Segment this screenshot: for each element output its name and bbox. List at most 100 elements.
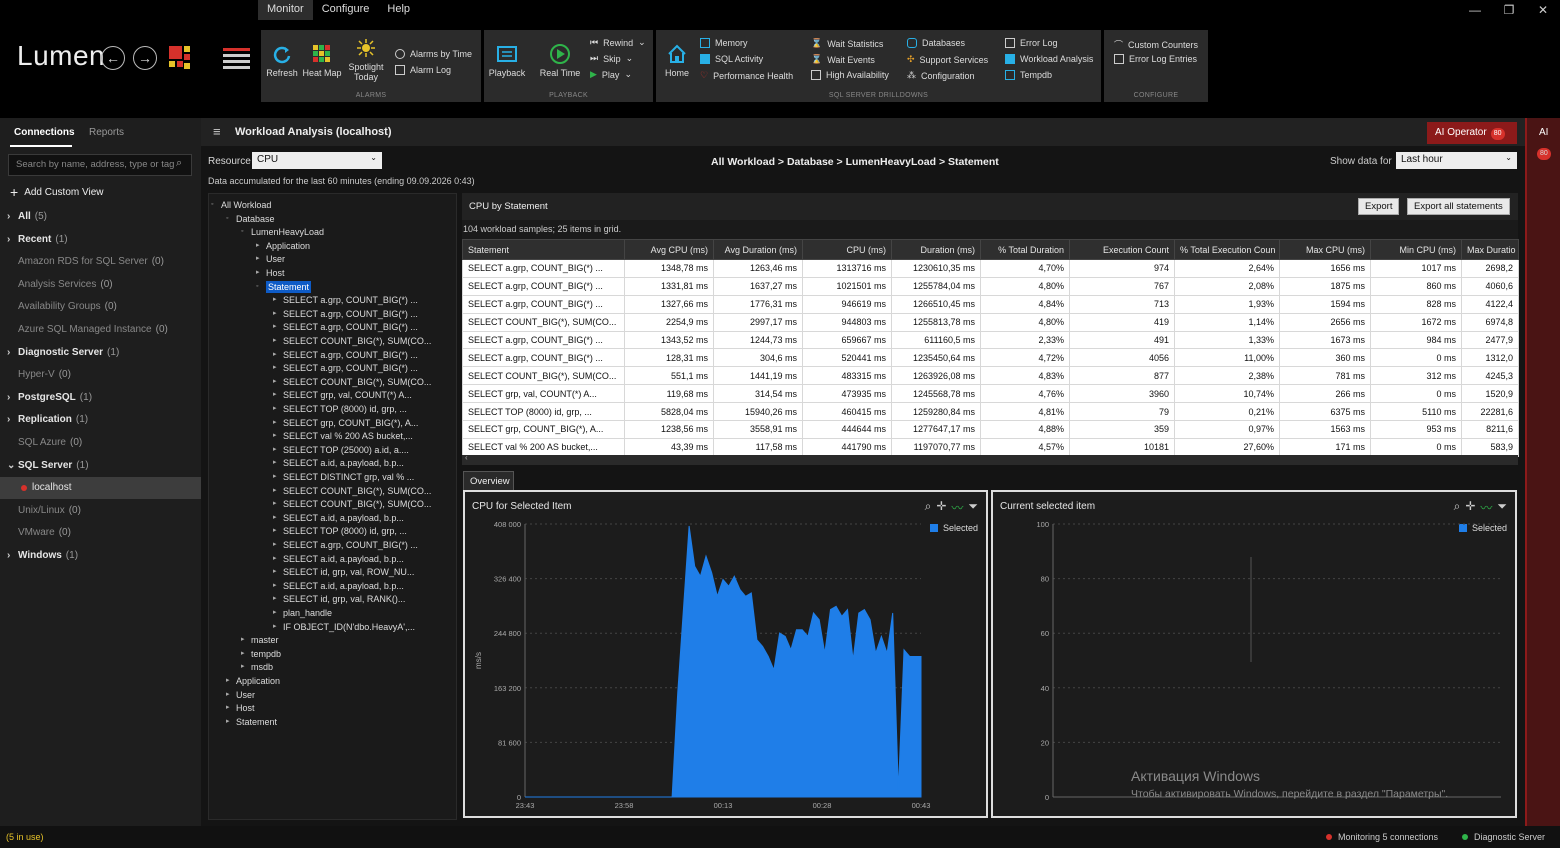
search-input[interactable]: Search by name, address, type or tag [8,154,192,176]
connection-item[interactable]: ⌄ SQL Server (1) [0,455,201,477]
expand-arrow-icon[interactable]: ▸ [273,457,277,469]
tree-node[interactable]: SELECT grp, val, COUNT(*) A... [283,389,412,401]
minimize-icon[interactable]: — [1458,0,1492,20]
expand-arrow-icon[interactable]: ▸ [273,525,277,537]
chevron-right-icon[interactable]: › [7,229,10,251]
expand-arrow-icon[interactable]: ▸ [256,253,260,265]
configuration-button[interactable]: ⁂ Configuration [907,70,975,81]
play-button[interactable]: ▶ Play ⌄ [590,69,632,80]
expand-arrow-icon[interactable]: ▸ [273,566,277,578]
tree-node[interactable]: plan_handle [283,607,332,619]
back-button[interactable]: ← [101,46,125,70]
expand-arrow-icon[interactable]: ▸ [273,607,277,619]
chevron-right-icon[interactable]: › [7,545,10,567]
menu-monitor[interactable]: Monitor [258,0,313,20]
expand-arrow-icon[interactable]: ▸ [273,389,277,401]
menu-configure[interactable]: Configure [313,0,379,20]
expanded-node-icon[interactable]: ◦ [226,213,228,225]
expand-arrow-icon[interactable]: ▸ [273,471,277,483]
sql-activity-button[interactable]: SQL Activity [700,54,763,64]
table-row[interactable]: SELECT grp, COUNT_BIG(*), A... 1238,56 ms… [462,420,1519,439]
tree-node[interactable]: Host [236,702,255,714]
expand-arrow-icon[interactable]: ▸ [241,648,245,660]
tree-node[interactable]: SELECT a.grp, COUNT_BIG(*) ... [283,362,418,374]
expand-arrow-icon[interactable]: ▸ [256,240,260,252]
expand-arrow-icon[interactable]: ▸ [273,444,277,456]
expand-arrow-icon[interactable]: ▸ [273,498,277,510]
expand-arrow-icon[interactable]: ▸ [273,335,277,347]
connection-item[interactable]: › Windows (1) [0,545,201,567]
table-row[interactable]: SELECT COUNT_BIG(*), SUM(CO... 551,1 ms 14… [462,366,1519,386]
column-header[interactable]: Avg Duration (ms) [713,239,803,260]
expand-arrow-icon[interactable]: ▸ [273,539,277,551]
connection-item[interactable]: Availability Groups (0) [0,296,201,318]
error-log-button[interactable]: Error Log [1005,38,1058,48]
playback-button[interactable]: Playback [488,44,526,78]
tab-overview[interactable]: Overview [463,471,514,490]
diagnostic-server-status[interactable]: Diagnostic Server [1462,826,1545,848]
expand-arrow-icon[interactable]: ▸ [273,580,277,592]
tree-node[interactable]: SELECT COUNT_BIG(*), SUM(CO... [283,376,431,388]
expand-arrow-icon[interactable]: ▸ [273,403,277,415]
resource-select[interactable]: CPU ⌄ [252,152,382,169]
forward-button[interactable]: → [133,46,157,70]
connection-item[interactable]: localhost [0,477,201,500]
table-row[interactable]: SELECT a.grp, COUNT_BIG(*) ... 128,31 ms 3… [462,348,1519,368]
tree-node[interactable]: SELECT TOP (8000) id, grp, ... [283,403,407,415]
cpu-area-chart[interactable]: 408 000326 400244 800163 20081 600023:43… [465,492,986,816]
tree-node[interactable]: All Workload [221,199,271,211]
connection-item[interactable]: › Replication (1) [0,409,201,431]
chevron-right-icon[interactable]: › [7,409,10,431]
chevron-right-icon[interactable]: › [7,387,10,409]
expand-arrow-icon[interactable]: ▸ [273,553,277,565]
tree-node[interactable]: SELECT val % 200 AS bucket,... [283,430,413,442]
table-row[interactable]: SELECT a.grp, COUNT_BIG(*) ... 1343,52 ms… [462,330,1519,350]
home-button[interactable]: Home [661,44,693,78]
add-custom-view-button[interactable]: + Add Custom View [10,184,103,200]
connection-item[interactable]: › All (5) [0,206,201,228]
menu-list-icon[interactable] [223,48,250,70]
column-header[interactable]: Max Duratio [1461,239,1519,260]
chevron-right-icon[interactable]: › [7,342,10,364]
expand-arrow-icon[interactable]: ▸ [273,376,277,388]
custom-counters-button[interactable]: ⌒ Custom Counters [1114,38,1198,51]
expand-arrow-icon[interactable]: ▸ [226,689,230,701]
spotlight-today-button[interactable]: Spotlight Today [347,38,385,82]
connection-item[interactable]: › Recent (1) [0,229,201,251]
high-availability-button[interactable]: High Availability [811,70,889,80]
table-row[interactable]: SELECT TOP (8000) id, grp, ... 5828,04 ms… [462,402,1519,422]
table-row[interactable]: SELECT val % 200 AS bucket,... 43,39 ms 11… [462,437,1519,457]
expand-arrow-icon[interactable]: ▸ [273,593,277,605]
tree-node[interactable]: IF OBJECT_ID(N'dbo.HeavyA',... [283,621,415,633]
tree-node[interactable]: SELECT a.grp, COUNT_BIG(*) ... [283,349,418,361]
tree-node[interactable]: SELECT id, grp, val, RANK()... [283,593,405,605]
expand-arrow-icon[interactable]: ▸ [273,417,277,429]
expand-arrow-icon[interactable]: ▸ [273,308,277,320]
tree-node[interactable]: User [236,689,255,701]
expanded-node-icon[interactable]: ◦ [241,226,243,238]
expand-arrow-icon[interactable]: ▸ [273,430,277,442]
tempdb-button[interactable]: Tempdb [1005,70,1052,80]
expand-arrow-icon[interactable]: ▸ [226,702,230,714]
export-button[interactable]: Export [1358,198,1400,215]
tree-node[interactable]: LumenHeavyLoad [251,226,324,238]
error-log-entries-button[interactable]: Error Log Entries [1114,54,1197,64]
expand-arrow-icon[interactable]: ▸ [273,512,277,524]
tree-node[interactable]: SELECT TOP (8000) id, grp, ... [283,525,407,537]
tree-node[interactable]: SELECT a.id, a.payload, b.p... [283,457,404,469]
tree-node[interactable]: SELECT DISTINCT grp, val % ... [283,471,414,483]
expand-arrow-icon[interactable]: ▸ [241,661,245,673]
tab-reports[interactable]: Reports [89,127,124,138]
table-row[interactable]: SELECT a.grp, COUNT_BIG(*) ... 1331,81 ms… [462,276,1519,296]
table-row[interactable]: SELECT a.grp, COUNT_BIG(*) ... 1348,78 ms… [462,259,1519,278]
expand-arrow-icon[interactable]: ▸ [226,675,230,687]
column-header[interactable]: % Total Duration [980,239,1070,260]
connection-item[interactable]: Hyper-V (0) [0,364,201,386]
search-icon[interactable]: ⌕ [176,157,182,170]
tab-connections[interactable]: Connections [14,127,75,138]
connection-item[interactable]: Analysis Services (0) [0,274,201,296]
expand-arrow-icon[interactable]: ▸ [226,716,230,728]
tree-node[interactable]: Host [266,267,285,279]
column-header[interactable]: % Total Execution Coun [1174,239,1280,260]
heat-map-button[interactable]: Heat Map [301,44,343,78]
